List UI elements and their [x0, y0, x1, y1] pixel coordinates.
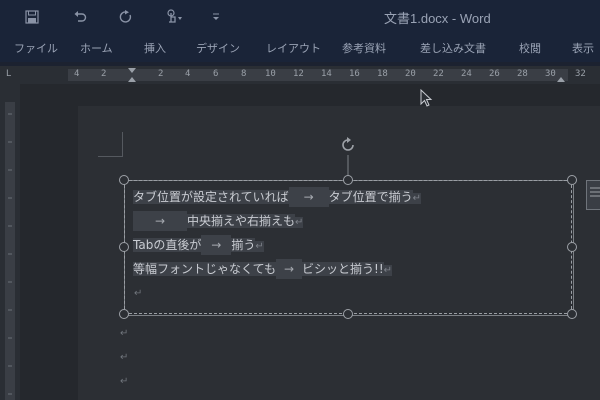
text-line-1[interactable]: タブ位置が設定されていれば → タブ位置で揃う↵: [133, 187, 422, 207]
mouse-pointer-icon: [420, 89, 433, 107]
vertical-ruler[interactable]: [0, 84, 20, 400]
ruler-number: 18: [377, 69, 388, 79]
tab-review[interactable]: 校閲: [519, 40, 541, 56]
paragraph-mark: ↵: [134, 288, 143, 299]
ruler-number: 30: [545, 69, 556, 79]
tab-selector[interactable]: L: [6, 69, 16, 79]
touch-mode-icon[interactable]: [160, 6, 188, 28]
tab-arrow: →: [133, 211, 187, 231]
tab-arrow: →: [276, 259, 303, 279]
line-text: 等幅フォントじゃなくても: [133, 262, 277, 276]
line-text: タブ位置が設定されていれば: [133, 190, 289, 204]
text-line-2[interactable]: → 中央揃えや右揃えも↵: [133, 211, 304, 231]
ruler-number: 20: [405, 69, 416, 79]
ruler-number: 14: [321, 69, 332, 79]
paragraph-mark: ↵: [255, 241, 264, 252]
ruler-number: 28: [517, 69, 528, 79]
redo-icon[interactable]: [116, 6, 136, 28]
tab-references[interactable]: 参考資料: [342, 40, 386, 56]
line-text: ビシッと揃う!!: [302, 262, 384, 276]
ruler-number: 4: [185, 69, 191, 79]
ruler-number: 26: [489, 69, 500, 79]
layout-options-icon: [590, 187, 600, 197]
line-text: Tabの直後が: [133, 238, 202, 252]
customize-icon[interactable]: [208, 6, 224, 28]
ruler-number: 12: [293, 69, 304, 79]
ruler-number: 6: [213, 69, 219, 79]
ruler-ticks: [8, 113, 12, 395]
layout-options-button[interactable]: [586, 180, 600, 210]
tab-home[interactable]: ホーム: [80, 40, 113, 56]
tab-mailings[interactable]: 差し込み文書: [420, 40, 486, 56]
tab-view[interactable]: 表示: [572, 40, 594, 56]
paragraph-mark: ↵: [383, 265, 393, 276]
resize-handle-left[interactable]: [119, 242, 129, 252]
resize-handle-right[interactable]: [567, 242, 577, 252]
ruler-number: 22: [433, 69, 444, 79]
ruler-number: 2: [101, 69, 107, 79]
horizontal-ruler[interactable]: L 4 2 2 4 6 8 10 12 14 16 18 20 22 24 26…: [0, 66, 600, 84]
resize-handle-bottom[interactable]: [343, 309, 353, 319]
undo-icon[interactable]: [70, 6, 90, 28]
ruler-number: 24: [461, 69, 472, 79]
line-text: 揃う: [231, 238, 256, 252]
resize-handle-top-right[interactable]: [567, 175, 577, 185]
tab-arrow: →: [201, 235, 232, 255]
tab-design[interactable]: デザイン: [196, 40, 240, 56]
window-title: 文書1.docx - Word: [384, 11, 491, 26]
indent-marker-icon[interactable]: [127, 66, 137, 84]
ruler-number: 10: [265, 69, 276, 79]
paragraph-mark: ↵: [120, 328, 129, 339]
tab-insert[interactable]: 挿入: [144, 40, 166, 56]
resize-handle-bottom-right[interactable]: [567, 309, 577, 319]
resize-handle-top[interactable]: [343, 175, 353, 185]
paragraph-mark: ↵: [295, 217, 304, 228]
right-indent-marker-icon[interactable]: [556, 66, 566, 84]
ruler-number: 4: [74, 69, 80, 79]
resize-handle-bottom-left[interactable]: [119, 309, 129, 319]
resize-handle-top-left[interactable]: [119, 175, 129, 185]
ruler-number: 16: [349, 69, 360, 79]
paragraph-mark: ↵: [120, 352, 129, 363]
line-text: タブ位置で揃う: [328, 190, 413, 204]
text-line-4[interactable]: 等幅フォントじゃなくても → ビシッと揃う!!↵: [133, 259, 393, 279]
paragraph-mark: ↵: [120, 376, 129, 387]
ruler-number: 8: [241, 69, 247, 79]
save-icon[interactable]: [22, 6, 42, 28]
ribbon-tabs: ファイル ホーム 挿入 デザイン レイアウト 参考資料 差し込み文書 校閲 表示: [0, 36, 600, 62]
line-text: 中央揃えや右揃えも: [187, 214, 296, 228]
tab-layout[interactable]: レイアウト: [266, 40, 321, 56]
ruler-number: 2: [158, 69, 164, 79]
margin-corner-mark: [98, 132, 123, 157]
rotate-handle-icon[interactable]: [338, 135, 358, 155]
ruler-number: 32: [575, 69, 586, 79]
title-bar: 文書1.docx - Word: [0, 0, 600, 36]
tab-file[interactable]: ファイル: [14, 40, 58, 56]
tab-arrow: →: [288, 187, 329, 207]
paragraph-mark: ↵: [412, 193, 422, 204]
text-line-3[interactable]: Tabの直後が → 揃う↵: [133, 235, 264, 255]
